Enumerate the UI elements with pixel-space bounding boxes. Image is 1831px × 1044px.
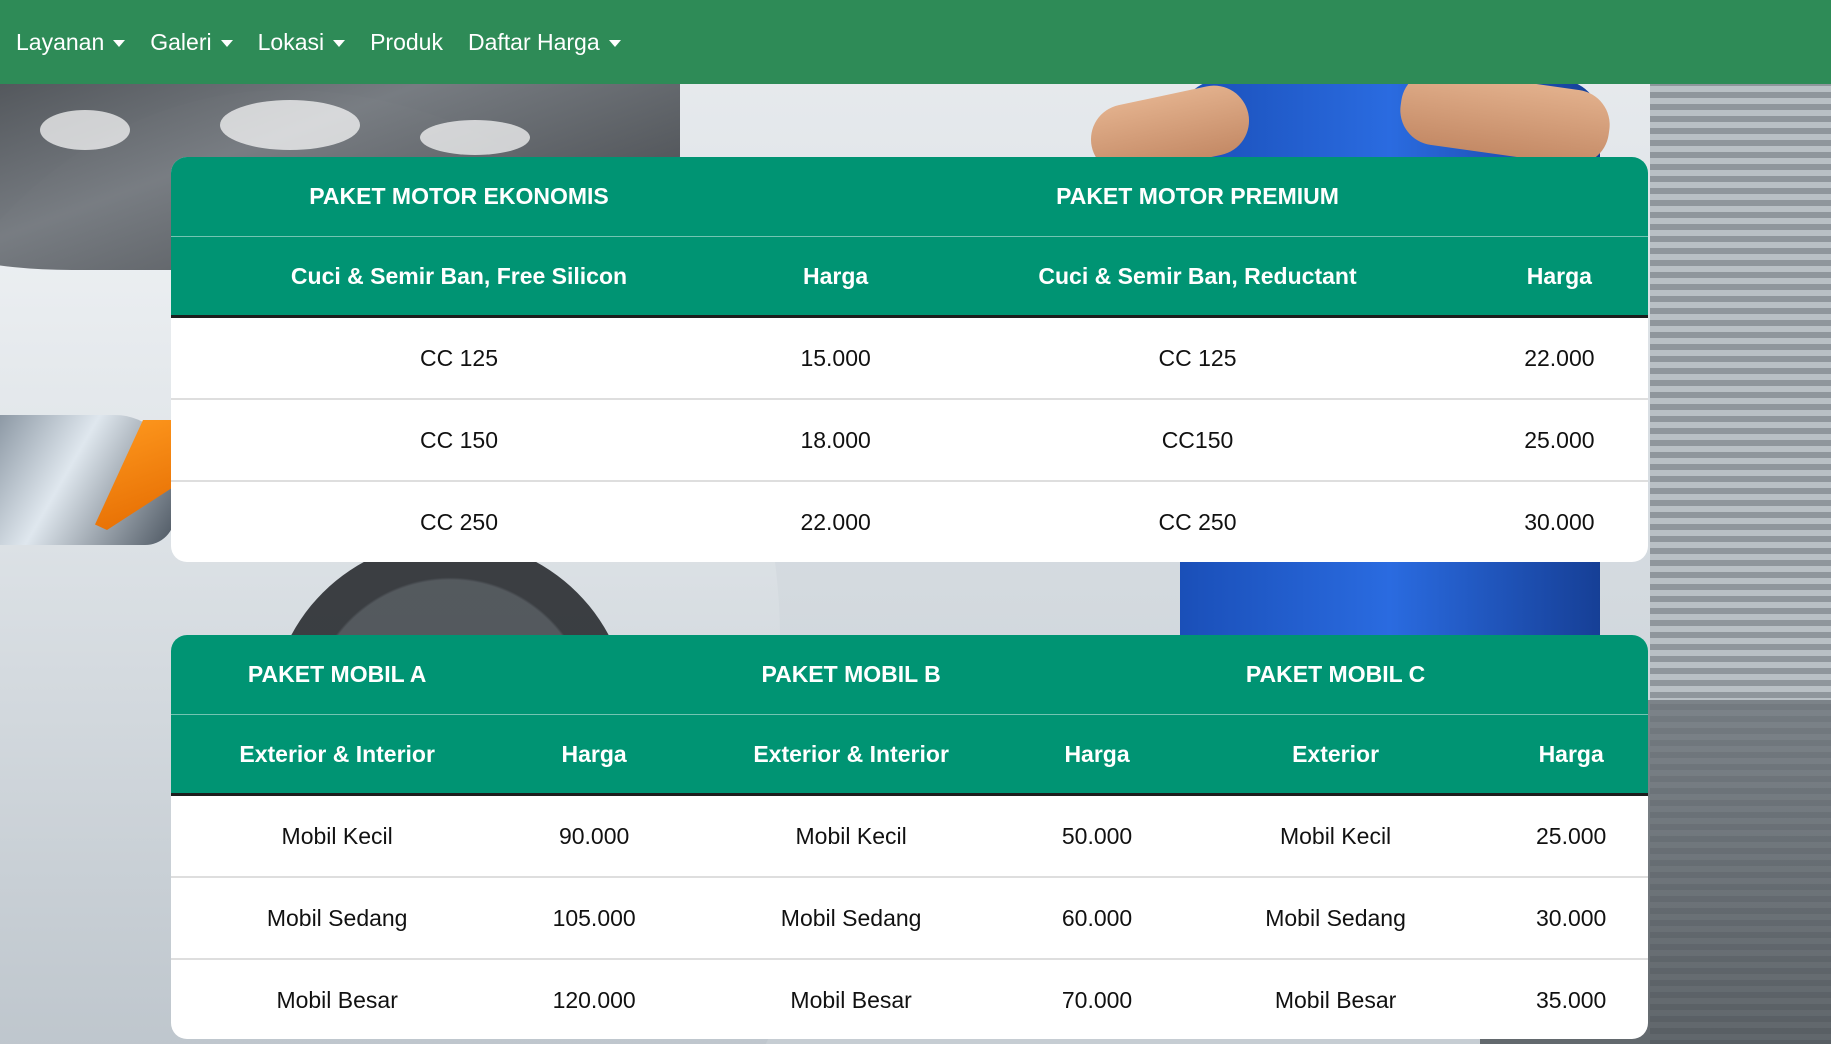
mobil-price-card: PAKET MOBIL A PAKET MOBIL B PAKET MOBIL … (171, 635, 1648, 1039)
nav-item-label: Daftar Harga (467, 28, 600, 55)
motor-price-table: PAKET MOTOR EKONOMIS PAKET MOTOR PREMIUM… (171, 157, 1648, 562)
column-header: Harga (1017, 714, 1177, 796)
table-cell: 25.000 (1470, 398, 1648, 481)
table-cell: 90.000 (558, 822, 630, 849)
top-navbar: Layanan Galeri Lokasi Produk Daftar Harg… (0, 0, 1831, 84)
table-cell: 105.000 (503, 876, 685, 959)
nav-item-produk[interactable]: Produk (370, 29, 443, 56)
group-header-motor-premium: PAKET MOTOR PREMIUM (924, 157, 1471, 237)
column-header: Exterior & Interior (171, 714, 504, 796)
foam-shape (420, 120, 530, 155)
column-header: Harga (747, 236, 925, 318)
group-header-mobil-c: PAKET MOBIL C (1176, 635, 1495, 715)
foam-shape (220, 100, 360, 150)
nav-item-galeri[interactable]: Galeri (150, 28, 233, 56)
nav-item-lokasi[interactable]: Lokasi (257, 28, 346, 56)
group-header-spacer (1494, 635, 1648, 715)
column-header: Exterior (1176, 714, 1495, 796)
group-header-spacer (1017, 635, 1177, 715)
group-header-spacer (747, 157, 925, 237)
table-cell: CC 125 (420, 344, 498, 371)
column-header: Harga (1470, 236, 1648, 318)
nav-item-label: Lokasi (257, 28, 325, 55)
table-row: CC 150 18.000 CC150 25.000 (171, 398, 1648, 481)
group-header-spacer (503, 635, 685, 715)
foam-shape (40, 110, 130, 150)
table-cell: Mobil Besar (684, 958, 1018, 1039)
column-header: Harga (503, 714, 685, 796)
table-cell: 25.000 (1535, 822, 1607, 849)
table-cell: 60.000 (1017, 876, 1177, 959)
nav-item-label: Galeri (150, 28, 212, 55)
table-row: Mobil Sedang 105.000 Mobil Sedang 60.000… (171, 876, 1648, 959)
table-cell: Mobil Sedang (1176, 876, 1495, 959)
group-header-mobil-b: PAKET MOBIL B (684, 635, 1018, 715)
table-cell: Mobil Besar (171, 958, 504, 1039)
group-header-mobil-a: PAKET MOBIL A (171, 635, 504, 715)
table-cell: Mobil Besar (1176, 958, 1495, 1039)
table-cell: Mobil Kecil (795, 822, 907, 849)
nav-item-daftar-harga[interactable]: Daftar Harga (468, 29, 621, 56)
mobil-price-table: PAKET MOBIL A PAKET MOBIL B PAKET MOBIL … (171, 635, 1648, 1039)
table-cell: CC 125 (1158, 344, 1237, 371)
group-header-spacer (1470, 157, 1648, 237)
table-cell: 30.000 (1470, 480, 1648, 562)
column-header: Exterior & Interior (684, 714, 1018, 796)
column-header: Harga (1494, 714, 1648, 796)
nav-item-layanan[interactable]: Layanan (16, 28, 126, 56)
caret-down-icon (333, 39, 346, 47)
table-cell: Mobil Kecil (1279, 822, 1392, 849)
table-cell: CC150 (924, 398, 1471, 481)
table-cell: 120.000 (503, 958, 685, 1039)
table-cell: 35.000 (1494, 958, 1648, 1039)
table-cell: 22.000 (747, 480, 925, 562)
nav-item-label: Produk (370, 28, 443, 55)
motor-price-card: PAKET MOTOR EKONOMIS PAKET MOTOR PREMIUM… (171, 157, 1648, 562)
caret-down-icon (220, 39, 233, 47)
table-row: Mobil Kecil 90.000 Mobil Kecil 50.000 Mo… (171, 795, 1648, 878)
table-cell: 30.000 (1494, 876, 1648, 959)
table-cell: 50.000 (1061, 822, 1133, 849)
caret-down-icon (608, 39, 621, 47)
table-row: CC 125 15.000 CC 125 22.000 (171, 317, 1648, 400)
table-row: CC 250 22.000 CC 250 30.000 (171, 480, 1648, 562)
column-header: Cuci & Semir Ban, Reductant (924, 236, 1471, 318)
caret-down-icon (113, 39, 126, 47)
table-cell: Mobil Sedang (171, 876, 504, 959)
table-cell: CC 150 (171, 398, 748, 481)
table-cell: CC 250 (924, 480, 1471, 562)
table-cell: Mobil Kecil (281, 822, 393, 849)
table-cell: Mobil Sedang (684, 876, 1018, 959)
column-header: Cuci & Semir Ban, Free Silicon (171, 236, 748, 318)
table-cell: 70.000 (1017, 958, 1177, 1039)
table-cell: 15.000 (800, 344, 871, 371)
table-cell: 22.000 (1524, 344, 1595, 371)
group-header-motor-ekonomis: PAKET MOTOR EKONOMIS (171, 157, 748, 237)
table-cell: CC 250 (171, 480, 748, 562)
nav-item-label: Layanan (16, 28, 105, 55)
table-row: Mobil Besar 120.000 Mobil Besar 70.000 M… (171, 958, 1648, 1039)
table-cell: 18.000 (747, 398, 925, 481)
